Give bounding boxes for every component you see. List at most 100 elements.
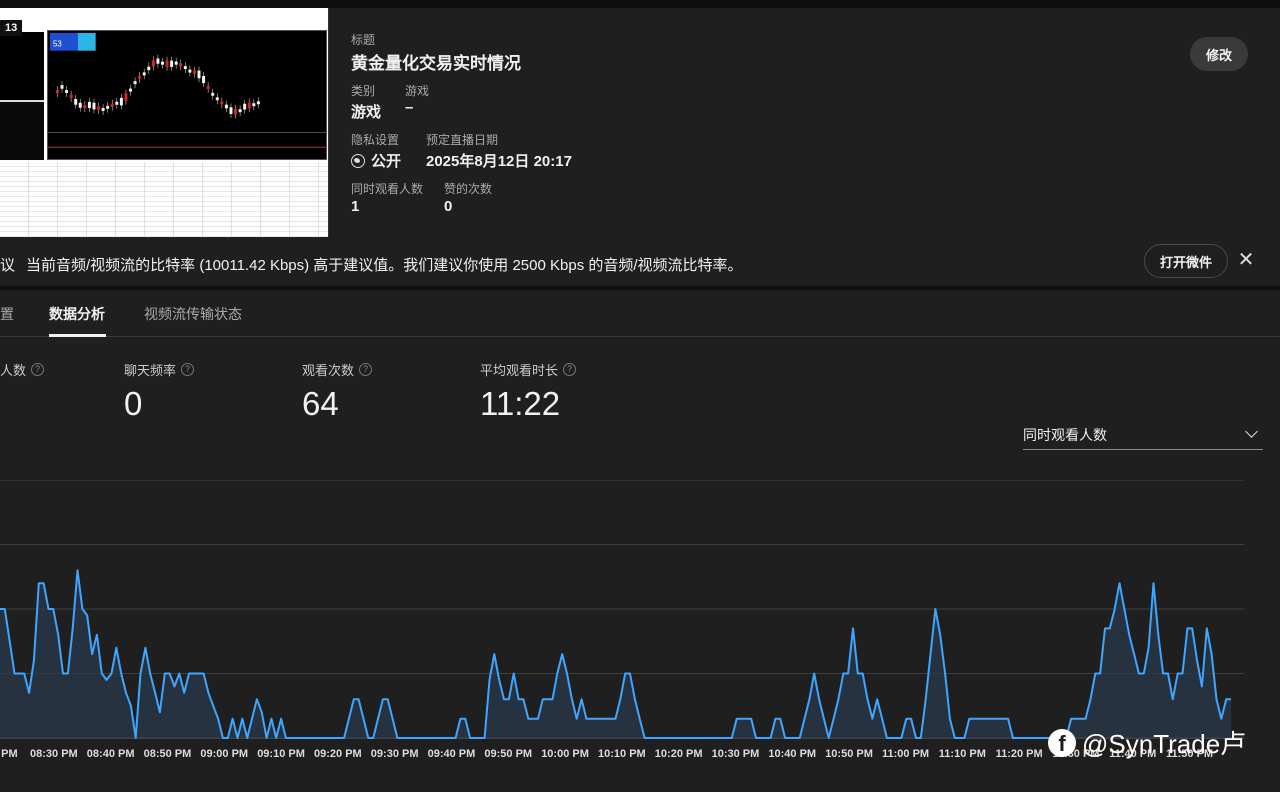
candle-body bbox=[115, 101, 119, 105]
x-tick-label: 11:20 PM bbox=[996, 748, 1043, 760]
x-tick-label: 11:10 PM bbox=[939, 748, 986, 760]
x-tick-label: 10:30 PM bbox=[712, 748, 760, 760]
candle-body bbox=[60, 85, 64, 89]
thumbnail-badge: 13 bbox=[0, 20, 23, 36]
candle-body bbox=[165, 60, 169, 67]
candle-body bbox=[192, 70, 196, 74]
help-icon[interactable]: ? bbox=[181, 363, 195, 376]
candle-body bbox=[156, 58, 160, 64]
stat-label: 人数 bbox=[0, 363, 27, 378]
stat-viewers: 人数? bbox=[0, 360, 45, 385]
watermark-text: @SynTrade卢 bbox=[1082, 729, 1247, 759]
candle-body bbox=[147, 66, 151, 71]
candle-body bbox=[252, 103, 256, 107]
candle-body bbox=[69, 94, 73, 98]
candle-body bbox=[220, 101, 224, 105]
candle-body bbox=[133, 81, 137, 85]
active-tab-indicator bbox=[49, 334, 106, 337]
candle-body bbox=[234, 108, 238, 115]
candle-body bbox=[170, 60, 174, 67]
category-value: 游戏 bbox=[351, 104, 382, 121]
candle-body bbox=[206, 85, 210, 89]
stat-label: 观看次数 bbox=[302, 363, 355, 378]
candle-body bbox=[179, 63, 183, 67]
globe-icon bbox=[351, 153, 365, 168]
likes-value: 0 bbox=[444, 198, 453, 215]
stat-label: 聊天频率 bbox=[124, 363, 177, 378]
privacy-label: 隐私设置 bbox=[351, 133, 400, 147]
candle-body bbox=[92, 102, 96, 110]
stat-views: 观看次数? 64 bbox=[302, 360, 373, 423]
close-icon[interactable]: ✕ bbox=[1236, 250, 1256, 270]
category-label: 类别 bbox=[351, 84, 376, 98]
candle-body bbox=[247, 102, 251, 109]
x-tick-label: 08:40 PM bbox=[87, 748, 135, 760]
metric-dropdown[interactable]: 同时观看人数 bbox=[1023, 422, 1263, 450]
candle-body bbox=[55, 90, 59, 94]
candles bbox=[55, 54, 260, 119]
help-icon[interactable]: ? bbox=[31, 363, 45, 376]
open-widget-button[interactable]: 打开微件 bbox=[1144, 244, 1228, 278]
bitrate-warning-bar: 议 当前音频/视频流的比特率 (10011.42 Kbps) 高于建议值。我们建… bbox=[0, 244, 1280, 286]
scheduled-date-label: 预定直播日期 bbox=[426, 133, 499, 147]
series-area bbox=[0, 570, 1231, 738]
bitrate-warning-text: 当前音频/视频流的比特率 (10011.42 Kbps) 高于建议值。我们建议你… bbox=[26, 257, 743, 274]
stat-value: 0 bbox=[124, 385, 143, 422]
candle-body bbox=[197, 70, 201, 79]
tab-analytics[interactable]: 数据分析 bbox=[49, 304, 105, 324]
chevron-down-icon bbox=[1245, 425, 1258, 438]
game-label: 游戏 bbox=[405, 84, 430, 98]
candle-body bbox=[78, 102, 82, 108]
candle-body bbox=[174, 61, 178, 65]
tab-stream-health[interactable]: 视频流传输状态 bbox=[144, 304, 242, 324]
x-tick-label: 0 PM bbox=[0, 748, 18, 760]
candle-body bbox=[188, 69, 192, 73]
candle-body bbox=[160, 61, 164, 65]
thumbnail-left-pane-lower bbox=[0, 100, 44, 160]
x-tick-label: 09:00 PM bbox=[200, 748, 248, 760]
game-value: – bbox=[405, 99, 414, 116]
warning-prefix: 议 bbox=[0, 257, 16, 274]
tab-bar: 置 数据分析 视频流传输状态 bbox=[0, 290, 1280, 337]
candle-body bbox=[65, 90, 69, 93]
candle-body bbox=[202, 75, 206, 84]
tab-settings[interactable]: 置 bbox=[0, 304, 14, 324]
help-icon[interactable]: ? bbox=[359, 363, 373, 376]
title-label: 标题 bbox=[351, 33, 376, 47]
watermark: f @SynTrade卢 bbox=[1048, 724, 1246, 761]
stream-thumbnail[interactable]: 13 53 73 bbox=[0, 8, 329, 237]
x-tick-label: 09:50 PM bbox=[484, 748, 532, 760]
x-tick-label: 08:50 PM bbox=[144, 748, 192, 760]
candle-body bbox=[106, 105, 110, 109]
metric-dropdown-value: 同时观看人数 bbox=[1023, 427, 1107, 443]
candle-body bbox=[110, 103, 114, 107]
x-tick-label: 08:30 PM bbox=[30, 748, 78, 760]
candle-body bbox=[124, 93, 128, 101]
x-tick-label: 09:20 PM bbox=[314, 748, 362, 760]
likes-label: 赞的次数 bbox=[444, 182, 493, 196]
privacy-text: 公开 bbox=[371, 153, 402, 170]
edit-button[interactable]: 修改 bbox=[1190, 37, 1248, 71]
x-tick-label: 09:40 PM bbox=[428, 748, 476, 760]
candle-body bbox=[256, 101, 260, 105]
candle-body bbox=[224, 104, 228, 109]
candle-body bbox=[151, 60, 155, 67]
help-icon[interactable]: ? bbox=[563, 363, 577, 376]
stat-avg-watch-time: 平均观看时长? 11:22 bbox=[480, 360, 577, 423]
candle-body bbox=[183, 66, 187, 70]
trade-label-a: 53 bbox=[53, 40, 62, 49]
candle-body bbox=[243, 103, 247, 110]
stream-info-panel: 13 53 73 标题 黄金量化交易实时情况 类别 游戏 游戏 – 隐私设置 公… bbox=[0, 8, 1280, 244]
x-tick-label: 10:10 PM bbox=[598, 748, 646, 760]
thumbnail-trade-table bbox=[0, 162, 328, 237]
stream-title: 黄金量化交易实时情况 bbox=[351, 54, 521, 73]
candle-body bbox=[97, 106, 101, 110]
x-tick-label: 10:00 PM bbox=[541, 748, 589, 760]
x-tick-label: 10:20 PM bbox=[655, 748, 703, 760]
candle-body bbox=[119, 97, 123, 106]
analytics-panel: 置 数据分析 视频流传输状态 人数? 聊天频率? 0 观看次数? 64 平均观看… bbox=[0, 290, 1280, 792]
candlestick-graphic: 53 73 bbox=[48, 32, 326, 148]
stat-value: 11:22 bbox=[480, 385, 561, 422]
candle-body bbox=[87, 101, 91, 109]
x-tick-label: 09:10 PM bbox=[257, 748, 305, 760]
